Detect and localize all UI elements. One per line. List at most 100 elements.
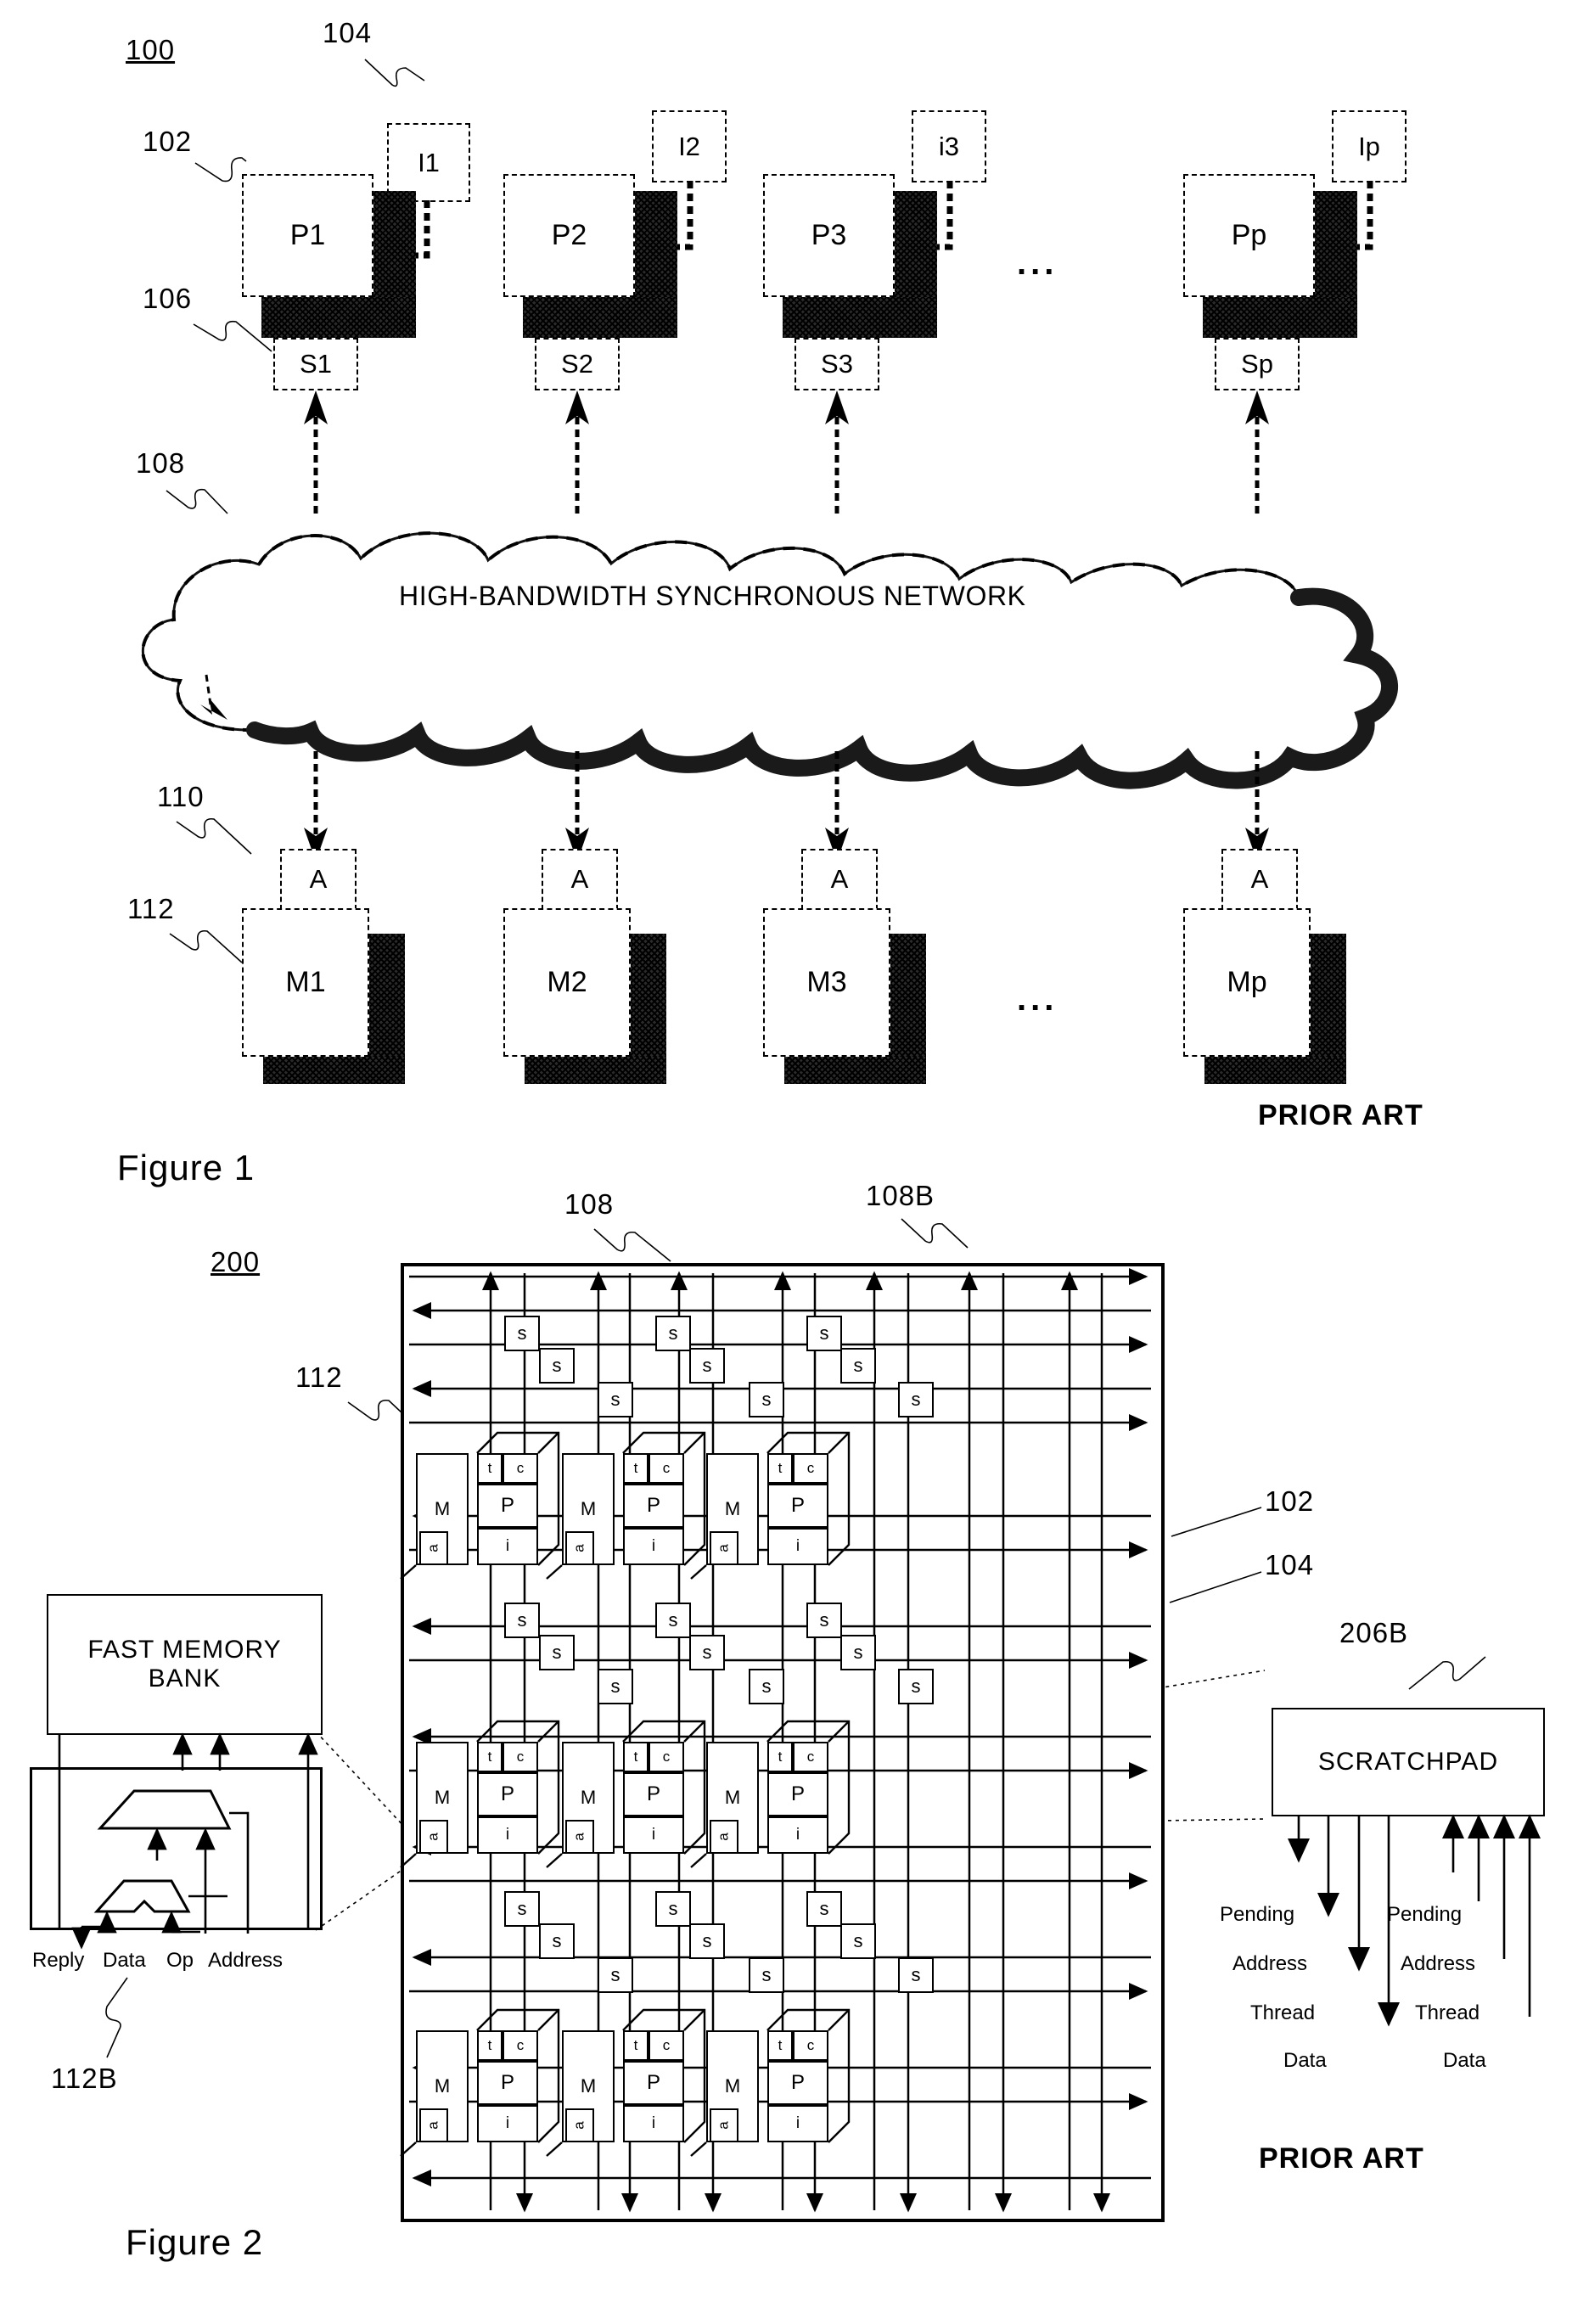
switch-box[interactable]: s (655, 1603, 691, 1638)
pp-shadow-right (1315, 191, 1357, 297)
processing-cell[interactable]: MatcPi (400, 1431, 560, 1580)
m1-shadow-bottom (263, 1057, 405, 1084)
switch-label: s (552, 1642, 562, 1663)
switch-label: s (517, 1322, 527, 1344)
scheduler-box-sp[interactable]: Sp (1215, 338, 1300, 390)
switch-label: s (911, 1964, 921, 1985)
processing-cell[interactable]: MatcPi (400, 1720, 560, 1868)
processing-cell[interactable]: MatcPi (690, 2008, 851, 2157)
cell-3d-edge (690, 2008, 851, 2157)
memory-ellipsis: ... (1017, 980, 1058, 1018)
switch-box[interactable]: s (898, 1669, 934, 1704)
switch-box[interactable]: s (806, 1316, 842, 1351)
scheduler-label: Sp (1241, 349, 1273, 379)
switch-label: s (552, 1355, 562, 1376)
arbiter-label: A (309, 864, 328, 894)
switch-box[interactable]: s (598, 1382, 633, 1417)
switch-box[interactable]: s (655, 1316, 691, 1351)
switch-box[interactable]: s (749, 1957, 784, 1993)
processing-cell[interactable]: MatcPi (400, 2008, 560, 2157)
m1-shadow-right (369, 934, 405, 1057)
switch-box[interactable]: s (840, 1923, 876, 1959)
memory-label: Mp (1227, 966, 1267, 998)
switch-box[interactable]: s (598, 1669, 633, 1704)
switch-box[interactable]: s (806, 1891, 842, 1927)
fast-memory-bank-line1: FAST MEMORY (87, 1636, 282, 1664)
scratchpad-signal-address-right: Address (1401, 1952, 1476, 1975)
switch-label: s (761, 1389, 772, 1410)
instruction-box-ip[interactable]: Ip (1332, 110, 1407, 182)
scratchpad-signal-data-left: Data (1283, 2049, 1327, 2072)
switch-box[interactable]: s (689, 1923, 725, 1959)
switch-label: s (702, 1930, 712, 1951)
switch-box[interactable]: s (840, 1635, 876, 1670)
mp-shadow-bottom (1204, 1057, 1346, 1084)
switch-box[interactable]: s (689, 1635, 725, 1670)
processing-cell[interactable]: MatcPi (546, 2008, 706, 2157)
memory-box-m2[interactable]: M2 (503, 908, 631, 1057)
switch-box[interactable]: s (504, 1316, 540, 1351)
switch-label: s (853, 1355, 863, 1376)
scratchpad-signal-data-right: Data (1443, 2049, 1486, 2072)
switch-box[interactable]: s (898, 1382, 934, 1417)
arbiter-box-a3[interactable]: A (801, 849, 878, 910)
switch-box[interactable]: s (539, 1348, 575, 1384)
fast-memory-bank-box[interactable]: FAST MEMORY BANK (47, 1594, 323, 1735)
switch-label: s (668, 1322, 678, 1344)
memory-label: M3 (806, 966, 847, 998)
switch-box[interactable]: s (504, 1891, 540, 1927)
switch-label: s (610, 1676, 620, 1697)
switch-box[interactable]: s (539, 1923, 575, 1959)
bus-label-op: Op (166, 1949, 194, 1972)
memory-label: M2 (547, 966, 587, 998)
arbiter-box-a1[interactable]: A (280, 849, 357, 910)
m3-shadow-right (890, 934, 926, 1057)
bus-label-reply: Reply (32, 1949, 85, 1972)
alu-detail (58, 1732, 318, 1950)
fig2-ref-102: 102 (1265, 1485, 1315, 1517)
processing-cell[interactable]: MatcPi (546, 1431, 706, 1580)
switch-label: s (761, 1676, 772, 1697)
scratchpad-signal-thread-right: Thread (1415, 2001, 1480, 2024)
switch-box[interactable]: s (749, 1382, 784, 1417)
fig2-ref-108: 108 (564, 1188, 615, 1220)
figure1-caption: Figure 1 (117, 1148, 255, 1187)
processing-cell[interactable]: MatcPi (690, 1431, 851, 1580)
switch-label: s (761, 1964, 772, 1985)
switch-label: s (819, 1322, 829, 1344)
switch-box[interactable]: s (655, 1891, 691, 1927)
scratchpad-box[interactable]: SCRATCHPAD (1272, 1708, 1545, 1816)
switch-box[interactable]: s (806, 1603, 842, 1638)
switch-box[interactable]: s (749, 1669, 784, 1704)
memory-box-m3[interactable]: M3 (763, 908, 890, 1057)
switch-box[interactable]: s (598, 1957, 633, 1993)
switch-label: s (702, 1642, 712, 1663)
arbiter-box-a2[interactable]: A (542, 849, 618, 910)
switch-label: s (819, 1898, 829, 1919)
fig2-ref-200: 200 (211, 1246, 261, 1277)
switch-label: s (853, 1642, 863, 1663)
switch-box[interactable]: s (840, 1348, 876, 1384)
arrow-cloud-to-a2 (565, 751, 589, 862)
arrow-cloud-to-a1 (304, 751, 328, 862)
switch-box[interactable]: s (898, 1957, 934, 1993)
switch-label: s (668, 1609, 678, 1631)
memory-box-mp[interactable]: Mp (1183, 908, 1311, 1057)
switch-label: s (668, 1898, 678, 1919)
processing-cell[interactable]: MatcPi (546, 1720, 706, 1868)
m3-shadow-bottom (784, 1057, 926, 1084)
ip-connector (1347, 181, 1373, 250)
switch-box[interactable]: s (504, 1603, 540, 1638)
processing-cell[interactable]: MatcPi (690, 1720, 851, 1868)
switch-label: s (552, 1930, 562, 1951)
arrow-cloud-to-a3 (825, 751, 849, 862)
arbiter-box-ap[interactable]: A (1221, 849, 1298, 910)
switch-label: s (702, 1355, 712, 1376)
network-label: HIGH-BANDWIDTH SYNCHRONOUS NETWORK (399, 581, 1026, 611)
switch-box[interactable]: s (689, 1348, 725, 1384)
memory-box-m1[interactable]: M1 (242, 908, 369, 1057)
figure2-caption: Figure 2 (126, 2222, 264, 2262)
switch-box[interactable]: s (539, 1635, 575, 1670)
processor-box-pp[interactable]: Pp (1183, 174, 1315, 297)
scratchpad-signal-pending-right: Pending (1387, 1903, 1463, 1926)
